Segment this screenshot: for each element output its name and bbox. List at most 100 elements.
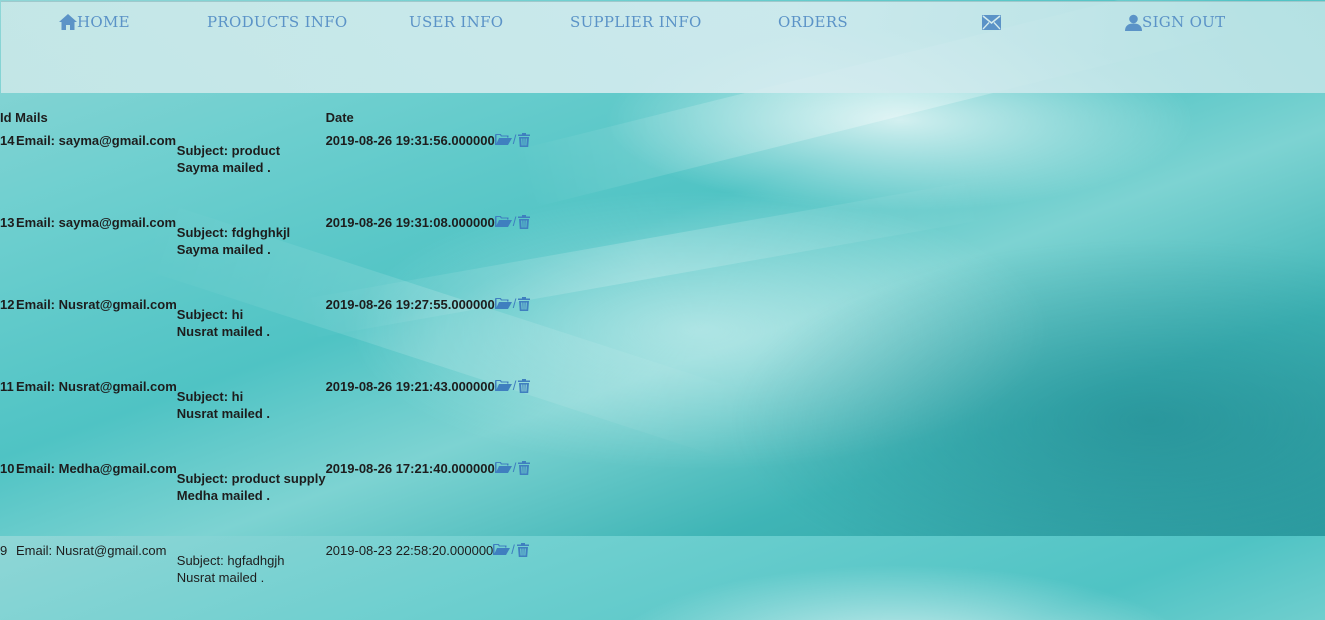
row-id: 13 <box>0 215 15 230</box>
row-actions: / <box>494 296 531 311</box>
row-mailed-by: Sayma mailed . <box>176 242 271 257</box>
row-id: 10 <box>0 461 15 476</box>
action-separator: / <box>512 460 517 475</box>
open-mail-button[interactable] <box>494 297 512 310</box>
row-date: 2019-08-26 19:31:08.000000 <box>325 215 495 230</box>
action-separator: / <box>512 214 517 229</box>
row-subject-cell: Subject: hi Nusrat mailed . <box>177 292 326 374</box>
trash-icon <box>518 460 531 475</box>
trash-icon <box>518 132 531 147</box>
row-mailed-by: Nusrat mailed . <box>176 570 265 585</box>
action-separator: / <box>511 542 515 557</box>
row-actions: / <box>493 542 529 557</box>
folder-open-icon <box>494 134 512 145</box>
row-id: 14 <box>0 133 15 148</box>
action-separator: / <box>512 296 517 311</box>
nav-supplier-info-label: SUPPLIER INFO <box>570 13 702 31</box>
mail-table: Id Mails Date 14 Email: sayma@gmail.com … <box>0 106 531 620</box>
row-email: Email: Medha@gmail.com <box>16 461 177 476</box>
row-subject: Subject: product <box>176 143 281 158</box>
row-id: 12 <box>0 297 15 312</box>
folder-open-icon <box>494 380 512 391</box>
folder-open-icon <box>494 216 512 227</box>
row-date-cell: 2019-08-26 17:21:40.000000 / <box>326 456 531 538</box>
header-date: Date <box>325 109 354 125</box>
row-date-cell: 2019-08-26 19:21:43.000000 / <box>326 374 531 456</box>
table-row: 10 Email: Medha@gmail.com Subject: produ… <box>0 456 531 538</box>
row-date: 2019-08-23 22:58:20.000000 <box>325 543 494 558</box>
nav-products-info[interactable]: PRODUCTS INFO <box>207 11 348 33</box>
row-actions: / <box>494 378 531 393</box>
delete-mail-button[interactable] <box>518 296 531 311</box>
table-row: 13 Email: sayma@gmail.com Subject: fdghg… <box>0 210 531 292</box>
nav-products-info-label: PRODUCTS INFO <box>207 13 348 31</box>
nav-supplier-info[interactable]: SUPPLIER INFO <box>570 11 702 33</box>
row-email: Email: Nusrat@gmail.com <box>16 543 167 558</box>
delete-mail-button[interactable] <box>518 460 531 475</box>
top-navigation-bar: HOME PRODUCTS INFO USER INFO SUPPLIER IN… <box>1 1 1325 93</box>
user-icon <box>1125 14 1142 31</box>
open-mail-button[interactable] <box>494 215 512 228</box>
nav-home[interactable]: HOME <box>59 11 130 33</box>
row-email: Email: sayma@gmail.com <box>16 133 177 148</box>
trash-icon <box>518 378 531 393</box>
delete-mail-button[interactable] <box>518 132 531 147</box>
row-subject-cell: Subject: product supply Medha mailed . <box>177 456 326 538</box>
row-date: 2019-08-26 19:31:56.000000 <box>325 133 495 148</box>
delete-mail-button[interactable] <box>516 542 529 557</box>
header-id-mails: Id Mails <box>0 109 48 125</box>
row-date: 2019-08-26 17:21:40.000000 <box>325 461 495 476</box>
folder-open-icon <box>493 544 511 555</box>
row-subject-cell: Subject: fdghghkjl Sayma mailed . <box>177 210 326 292</box>
open-mail-button[interactable] <box>494 379 512 392</box>
action-separator: / <box>512 132 517 147</box>
nav-mail[interactable] <box>982 11 1001 33</box>
delete-mail-button[interactable] <box>518 214 531 229</box>
nav-user-info-label: USER INFO <box>409 13 504 31</box>
row-subject-cell: Subject: product Sayma mailed . <box>177 128 326 210</box>
nav-home-label: HOME <box>77 13 130 31</box>
row-actions: / <box>494 214 531 229</box>
row-mailed-by: Medha mailed . <box>176 488 270 503</box>
row-date-cell: 2019-08-26 19:27:55.000000 / <box>326 292 531 374</box>
row-subject-cell: Subject: hi Nusrat mailed . <box>177 374 326 456</box>
row-email: Email: sayma@gmail.com <box>16 215 177 230</box>
row-date: 2019-08-26 19:27:55.000000 <box>325 297 495 312</box>
table-row: 9 Email: Nusrat@gmail.com Subject: hgfad… <box>0 538 530 620</box>
row-subject: Subject: hgfadhgjh <box>176 553 285 568</box>
row-subject: Subject: hi <box>176 307 244 322</box>
envelope-icon <box>982 14 1001 30</box>
action-separator: / <box>512 378 517 393</box>
open-mail-button[interactable] <box>494 133 512 146</box>
table-row: 14 Email: sayma@gmail.com Subject: produ… <box>0 128 531 210</box>
table-header-row: Id Mails Date <box>0 106 530 128</box>
nav-orders[interactable]: ORDERS <box>778 11 848 33</box>
row-subject: Subject: product supply <box>176 471 326 486</box>
table-row: 12 Email: Nusrat@gmail.com Subject: hi N… <box>0 292 531 374</box>
row-email: Email: Nusrat@gmail.com <box>16 379 177 394</box>
open-mail-button[interactable] <box>493 543 511 556</box>
row-mailed-by: Nusrat mailed . <box>176 406 270 421</box>
delete-mail-button[interactable] <box>518 378 531 393</box>
row-id: 11 <box>0 379 14 394</box>
row-subject-cell: Subject: hgfadhgjh Nusrat mailed . <box>177 538 326 620</box>
folder-open-icon <box>494 462 512 473</box>
row-actions: / <box>494 132 531 147</box>
nav-user-info[interactable]: USER INFO <box>409 11 503 33</box>
row-id: 9 <box>0 543 8 558</box>
home-icon <box>59 14 77 30</box>
open-mail-button[interactable] <box>494 461 512 474</box>
row-subject: Subject: fdghghkjl <box>176 225 291 240</box>
row-date-cell: 2019-08-26 19:31:56.000000 / <box>326 128 531 210</box>
row-mailed-by: Sayma mailed . <box>176 160 271 175</box>
trash-icon <box>516 542 529 557</box>
trash-icon <box>518 214 531 229</box>
row-subject: Subject: hi <box>176 389 244 404</box>
row-date-cell: 2019-08-23 22:58:20.000000 / <box>326 538 531 620</box>
row-date: 2019-08-26 19:21:43.000000 <box>325 379 495 394</box>
row-email: Email: Nusrat@gmail.com <box>16 297 177 312</box>
trash-icon <box>518 296 531 311</box>
row-date-cell: 2019-08-26 19:31:08.000000 / <box>326 210 531 292</box>
table-row: 11 Email: Nusrat@gmail.com Subject: hi N… <box>0 374 531 456</box>
nav-sign-out[interactable]: SIGN OUT <box>1125 11 1225 33</box>
